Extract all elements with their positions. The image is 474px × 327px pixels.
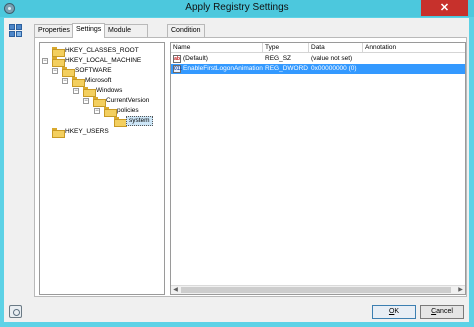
tree-item-label: policies — [117, 107, 139, 114]
folder-icon — [83, 87, 96, 97]
value-type: REG_SZ — [265, 55, 292, 62]
tab-properties[interactable]: Properties — [34, 24, 74, 37]
registry-values-list[interactable]: Name Type Data Annotation ab (Default) R… — [170, 42, 466, 295]
tree-item-label: HKEY_USERS — [65, 128, 109, 135]
tree-item-label: CurrentVersion — [106, 97, 150, 104]
scroll-thumb[interactable] — [181, 287, 451, 293]
folder-icon — [52, 128, 65, 138]
collapse-toggle[interactable]: − — [94, 108, 100, 114]
tree-item-label: HKEY_CLASSES_ROOT — [65, 47, 139, 54]
column-header-annotation[interactable]: Annotation — [363, 43, 465, 53]
collapse-toggle[interactable]: − — [52, 68, 58, 74]
ok-label-rest: K — [394, 308, 400, 315]
registry-tree[interactable]: HKEY_CLASSES_ROOT − HKEY_LOCAL_MACHINE −… — [39, 42, 165, 295]
cancel-label-rest: ancel — [436, 308, 453, 315]
value-data: (value not set) — [311, 55, 353, 62]
horizontal-scrollbar[interactable]: ◀ ▶ — [171, 285, 465, 294]
tree-item-label: Windows — [96, 87, 123, 94]
tab-module-parameters[interactable]: Module Parameters — [104, 24, 149, 46]
ok-button[interactable]: OK — [372, 305, 416, 319]
value-name: (Default) — [183, 55, 208, 62]
folder-icon — [104, 107, 117, 117]
close-button[interactable]: ✕ — [421, 0, 468, 16]
cancel-button[interactable]: Cancel — [420, 305, 464, 319]
column-header-type[interactable]: Type — [263, 43, 309, 53]
tree-item-label: system — [126, 116, 153, 126]
value-data: 0x00000000 (0) — [311, 65, 357, 72]
binary-value-icon: 011 — [173, 65, 183, 73]
app-window: Apply Registry Settings ✕ Properties Set… — [0, 0, 474, 327]
list-header: Name Type Data Annotation — [171, 43, 465, 53]
tree-item-label: Microsoft — [85, 77, 112, 84]
collapse-toggle[interactable]: − — [83, 98, 89, 104]
folder-icon — [52, 47, 65, 57]
close-icon: ✕ — [439, 2, 450, 14]
tab-condition[interactable]: Condition — [167, 24, 205, 37]
scroll-left-icon[interactable]: ◀ — [171, 286, 180, 294]
collapse-toggle[interactable]: − — [73, 88, 79, 94]
folder-icon — [72, 77, 85, 87]
window-title: Apply Registry Settings — [185, 2, 289, 13]
help-icon[interactable] — [9, 305, 22, 318]
dialog-body: Properties Settings Module Parameters Co… — [4, 18, 469, 322]
table-row[interactable]: ab (Default) REG_SZ (value not set) — [171, 54, 465, 64]
tree-item-label: HKEY_LOCAL_MACHINE — [65, 57, 142, 64]
folder-icon — [93, 97, 106, 107]
column-header-data[interactable]: Data — [309, 43, 363, 53]
folder-icon — [114, 117, 127, 127]
collapse-toggle[interactable]: − — [42, 58, 48, 64]
value-name: EnableFirstLogonAnimation — [183, 65, 263, 72]
folder-icon — [62, 67, 75, 77]
scroll-right-icon[interactable]: ▶ — [456, 286, 465, 294]
value-type: REG_DWORD — [265, 65, 308, 72]
folder-icon — [52, 57, 65, 67]
registry-icon — [9, 24, 24, 39]
string-value-icon: ab — [173, 55, 181, 63]
table-row[interactable]: 011 EnableFirstLogonAnimation REG_DWORD … — [171, 64, 465, 74]
column-header-name[interactable]: Name — [171, 43, 263, 53]
tab-settings[interactable]: Settings — [72, 23, 106, 38]
tree-item-label: SOFTWARE — [75, 67, 112, 74]
settings-panel: HKEY_CLASSES_ROOT − HKEY_LOCAL_MACHINE −… — [34, 37, 467, 297]
collapse-toggle[interactable]: − — [62, 78, 68, 84]
title-bar[interactable]: Apply Registry Settings ✕ — [0, 0, 474, 17]
